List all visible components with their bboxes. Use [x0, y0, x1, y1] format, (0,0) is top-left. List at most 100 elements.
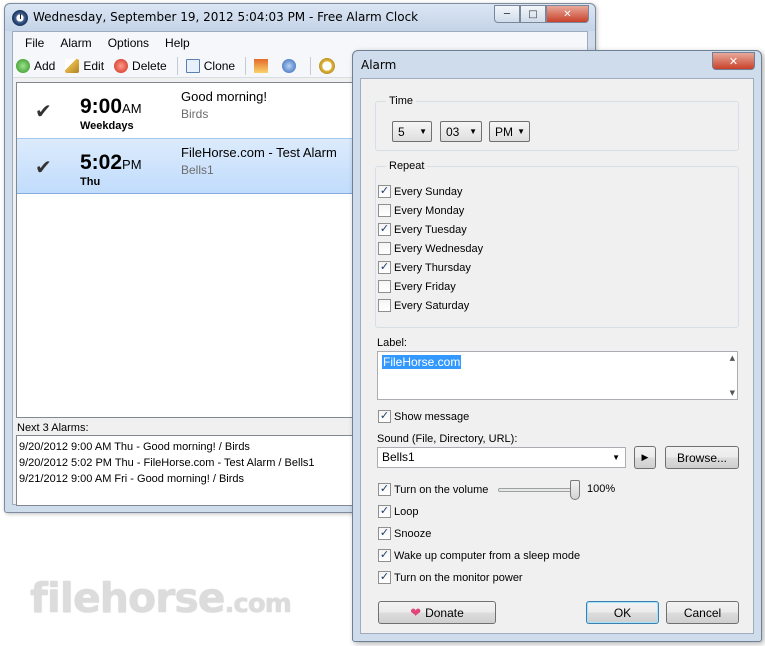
sound-caption: Sound (File, Directory, URL):	[377, 433, 518, 445]
clock-icon	[12, 10, 28, 26]
scroll-down-icon[interactable]: ▼	[730, 389, 735, 397]
repeat-day-checkbox[interactable]: Every Wednesday	[378, 242, 483, 255]
time-group-title: Time	[386, 95, 417, 107]
edit-button[interactable]: Edit	[65, 58, 105, 73]
maximize-button[interactable]: □	[520, 5, 546, 23]
menu-file[interactable]: File	[25, 36, 44, 50]
alarm-days: Thu	[80, 176, 101, 188]
repeat-group-title: Repeat	[386, 160, 428, 172]
edit-label: Edit	[83, 58, 105, 73]
alarm-label: Good morning!	[181, 89, 267, 104]
ampm-select[interactable]: PM ▼	[489, 121, 530, 142]
wake-checkbox[interactable]: ✓ Wake up computer from a sleep mode	[378, 549, 580, 562]
alarm-days: Weekdays	[80, 120, 134, 132]
cancel-button[interactable]: Cancel	[666, 601, 739, 624]
minimize-button[interactable]: ─	[494, 5, 520, 23]
browse-button[interactable]: Browse...	[665, 446, 739, 469]
hour-select[interactable]: 5 ▼	[392, 121, 432, 142]
checkbox-checked[interactable]: ✓	[378, 571, 391, 584]
repeat-day-checkbox[interactable]: ✓ Every Thursday	[378, 261, 471, 274]
ok-button[interactable]: OK	[586, 601, 659, 624]
play-button[interactable]: ▶	[634, 446, 656, 469]
chevron-down-icon: ▼	[517, 127, 525, 136]
edit-icon	[65, 58, 80, 73]
alarm-sound: Birds	[181, 107, 209, 121]
help-icon	[282, 58, 297, 73]
repeat-day-checkbox[interactable]: Every Monday	[378, 204, 464, 217]
time-group: Time 5 ▼ 03 ▼ PM ▼	[375, 95, 739, 151]
checkbox-checked[interactable]: ✓	[378, 410, 391, 423]
menu-options[interactable]: Options	[108, 36, 149, 50]
toolbar-separator	[176, 56, 178, 75]
volume-slider-track[interactable]	[498, 488, 578, 492]
scroll-up-icon[interactable]: ▲	[730, 354, 735, 362]
dialog-client: Time 5 ▼ 03 ▼ PM ▼ Repeat ✓ Every Sunday Ever…	[360, 78, 754, 634]
chevron-down-icon: ▼	[469, 127, 477, 136]
checkbox-unchecked[interactable]	[378, 242, 391, 255]
heart-icon: ❤	[410, 604, 422, 620]
dialog-title: Alarm	[361, 58, 397, 72]
alarm-clock-icon	[319, 57, 336, 74]
add-label: Add	[34, 58, 56, 73]
repeat-day-checkbox[interactable]: Every Saturday	[378, 299, 469, 312]
filehorse-watermark: filehorse.com	[30, 574, 292, 622]
add-icon	[16, 58, 30, 73]
window-title: Wednesday, September 19, 2012 5:04:03 PM…	[33, 10, 419, 24]
clone-icon	[185, 58, 200, 73]
label-caption: Label:	[377, 337, 407, 349]
toolbar-separator	[310, 56, 312, 75]
alarm-dialog: Alarm ✕ Time 5 ▼ 03 ▼ PM ▼ Repeat ✓ Every Su…	[352, 50, 762, 642]
label-textarea[interactable]: FileHorse.com ▲ ▼	[377, 351, 738, 400]
toolbar-separator	[245, 56, 247, 75]
label-text: FileHorse.com	[382, 355, 462, 369]
menu-help[interactable]: Help	[165, 36, 190, 50]
checkbox-checked[interactable]: ✓	[378, 261, 391, 274]
delete-icon	[114, 58, 129, 73]
main-titlebar[interactable]: Wednesday, September 19, 2012 5:04:03 PM…	[5, 4, 595, 31]
alarm-time: 9:00AM	[80, 95, 142, 118]
clone-button[interactable]: Clone	[185, 58, 236, 73]
checkbox-checked[interactable]: ✓	[378, 483, 391, 496]
checkmark-icon[interactable]: ✔	[35, 99, 52, 123]
alarm-clock-button[interactable]	[319, 57, 339, 74]
checkbox-checked[interactable]: ✓	[378, 185, 391, 198]
volume-slider-thumb[interactable]	[570, 480, 580, 500]
checkbox-unchecked[interactable]	[378, 299, 391, 312]
dialog-close-button[interactable]: ✕	[712, 52, 755, 70]
checkmark-icon[interactable]: ✔	[35, 155, 52, 179]
play-icon: ▶	[641, 452, 649, 462]
sound-combobox[interactable]: Bells1 ▼	[377, 447, 626, 468]
chevron-down-icon[interactable]: ▼	[612, 453, 620, 462]
repeat-day-checkbox[interactable]: Every Friday	[378, 280, 456, 293]
home-button[interactable]	[254, 58, 272, 73]
alarm-time: 5:02PM	[80, 151, 142, 174]
home-icon	[254, 58, 269, 73]
checkbox-checked[interactable]: ✓	[378, 505, 391, 518]
close-button[interactable]: ✕	[546, 5, 589, 23]
volume-value: 100%	[587, 483, 616, 495]
checkbox-checked[interactable]: ✓	[378, 527, 391, 540]
monitor-checkbox[interactable]: ✓ Turn on the monitor power	[378, 571, 523, 584]
chevron-down-icon: ▼	[419, 127, 427, 136]
checkbox-checked[interactable]: ✓	[378, 223, 391, 236]
delete-label: Delete	[132, 58, 167, 73]
alarm-sound: Bells1	[181, 163, 214, 177]
repeat-day-checkbox[interactable]: ✓ Every Sunday	[378, 185, 462, 198]
checkbox-checked[interactable]: ✓	[378, 549, 391, 562]
menu-alarm[interactable]: Alarm	[60, 36, 91, 50]
repeat-day-checkbox[interactable]: ✓ Every Tuesday	[378, 223, 467, 236]
snooze-checkbox[interactable]: ✓ Snooze	[378, 527, 431, 540]
show-message-checkbox[interactable]: ✓ Show message	[378, 410, 469, 423]
checkbox-unchecked[interactable]	[378, 280, 391, 293]
add-button[interactable]: Add	[16, 58, 56, 73]
donate-button[interactable]: ❤ Donate	[378, 601, 496, 624]
delete-button[interactable]: Delete	[114, 58, 167, 73]
clone-label: Clone	[203, 58, 236, 73]
loop-checkbox[interactable]: ✓ Loop	[378, 505, 418, 518]
alarm-label: FileHorse.com - Test Alarm	[181, 145, 337, 160]
next-alarms-label: Next 3 Alarms:	[17, 422, 89, 434]
checkbox-unchecked[interactable]	[378, 204, 391, 217]
minute-select[interactable]: 03 ▼	[440, 121, 482, 142]
help-button[interactable]	[282, 58, 300, 73]
volume-checkbox[interactable]: ✓ Turn on the volume	[378, 483, 488, 496]
